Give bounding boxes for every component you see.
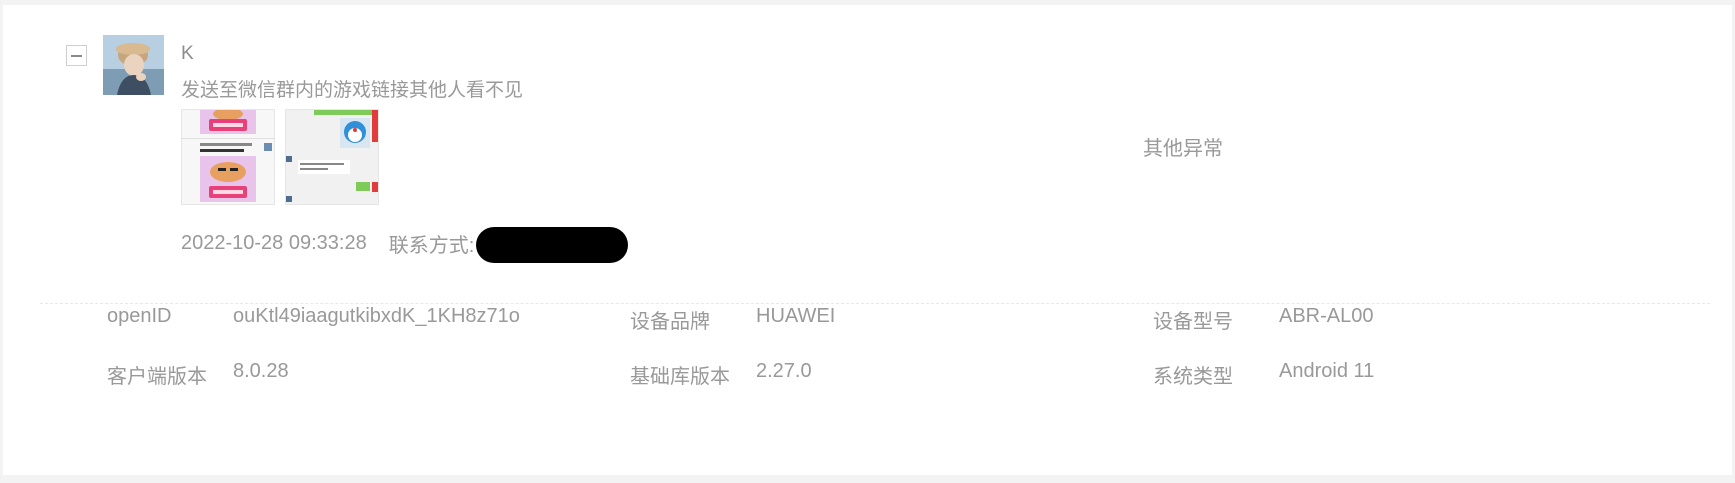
thumbnail-screenshot-1[interactable] (181, 109, 275, 205)
feedback-card: K 发送至微信群内的游戏链接其他人看不见 其他异常 2022-10-28 09:… (3, 5, 1732, 475)
divider (40, 303, 1710, 304)
feedback-timestamp: 2022-10-28 09:33:28 (181, 231, 367, 254)
os-type-value: Android 11 (1279, 360, 1375, 382)
feedback-category: 其他异常 (1143, 138, 1223, 160)
avatar-image (103, 35, 164, 95)
thumbnail-screenshot-2[interactable] (285, 109, 379, 205)
client-version-value: 8.0.28 (233, 360, 289, 382)
openid-value: ouKtl49iaagutkibxdK_1KH8z71o (233, 305, 520, 327)
device-brand-label: 设备品牌 (630, 311, 710, 333)
feedback-meta: 2022-10-28 09:33:28 联系方式: (181, 223, 629, 263)
avatar (103, 35, 164, 95)
minus-icon (71, 55, 82, 57)
screenshot-preview-icon (182, 110, 274, 204)
lib-version-label: 基础库版本 (630, 366, 730, 388)
lib-version-value: 2.27.0 (756, 360, 812, 382)
feedback-message: 发送至微信群内的游戏链接其他人看不见 (181, 80, 524, 101)
client-version-label: 客户端版本 (107, 366, 207, 388)
device-model-value: ABR-AL00 (1279, 305, 1374, 327)
contact-redaction (476, 227, 629, 263)
openid-label: openID (107, 305, 172, 327)
device-brand-value: HUAWEI (756, 305, 836, 327)
username: K (181, 43, 194, 64)
collapse-toggle-button[interactable] (66, 45, 87, 66)
device-model-label: 设备型号 (1153, 311, 1233, 333)
os-type-label: 系统类型 (1153, 366, 1233, 388)
screenshot-preview-icon (286, 110, 378, 204)
contact-label: 联系方式: (388, 234, 475, 257)
